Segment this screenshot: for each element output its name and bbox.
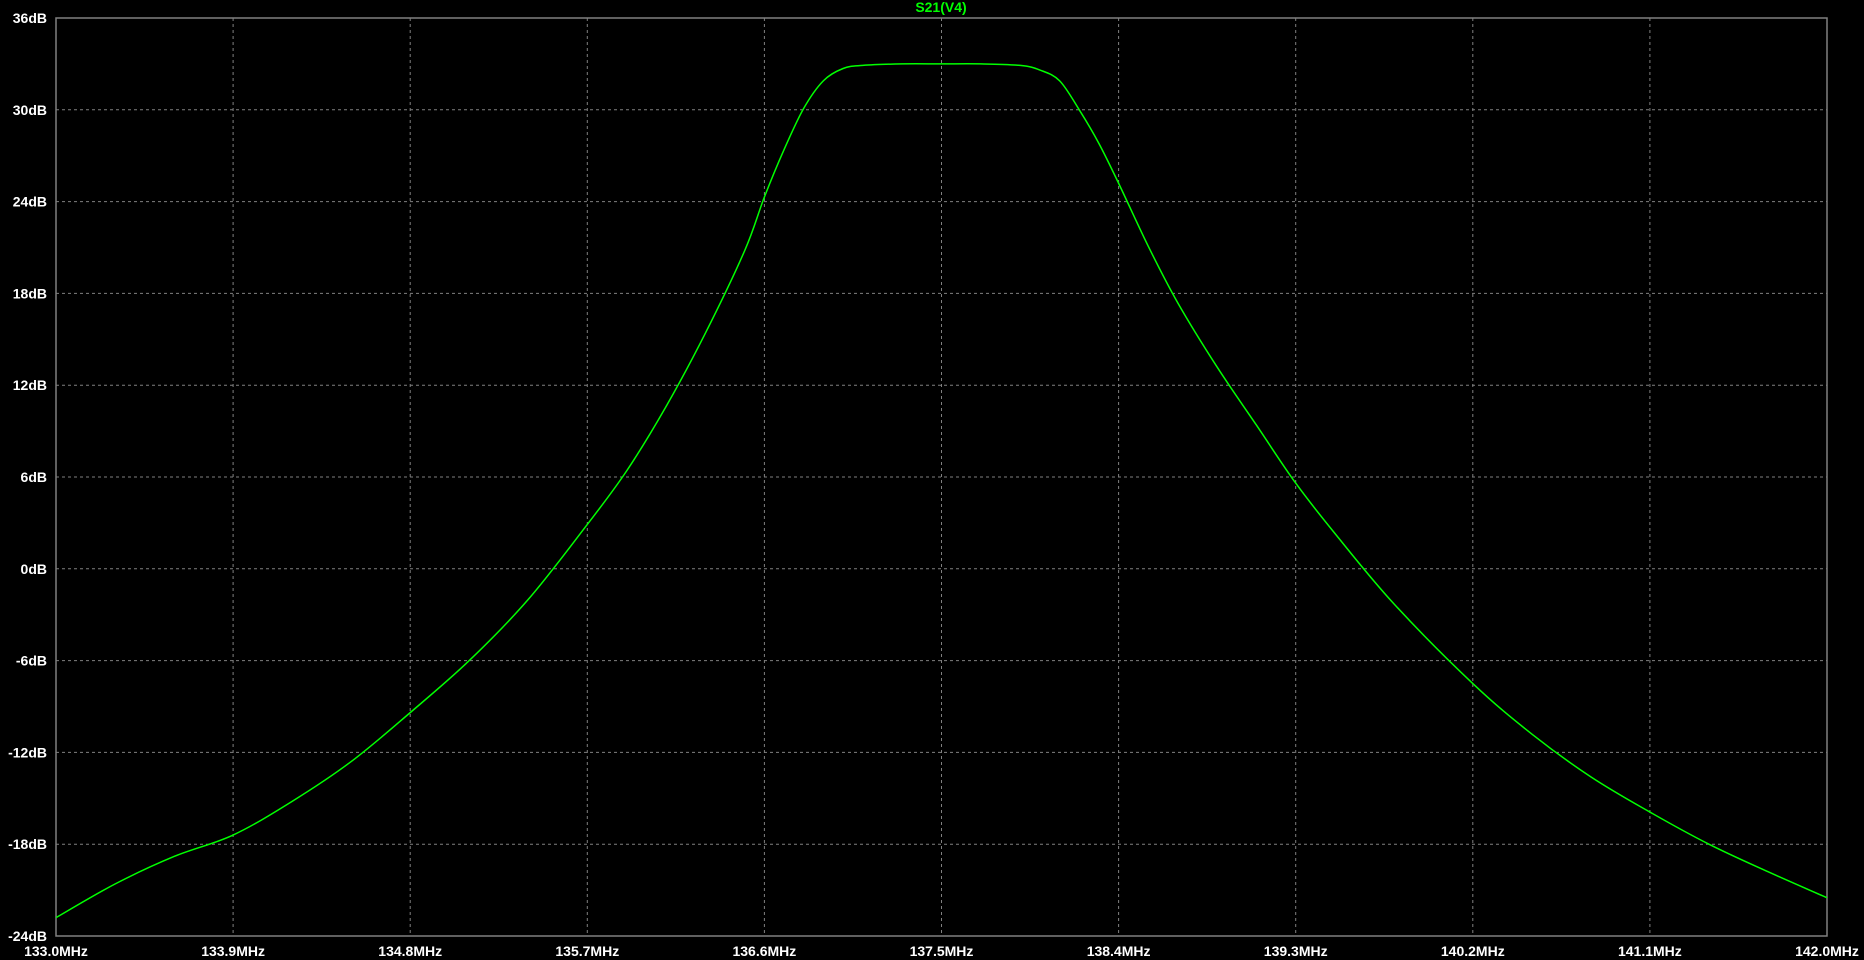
y-tick-label: 36dB [13,10,47,26]
s21-plot: 133.0MHz 133.9MHz 134.8MHz 135.7MHz 136.6MHz… [0,0,1864,960]
y-tick-label: 0dB [21,561,47,577]
y-tick-label: 12dB [13,377,47,393]
x-tick-label: 135.7MHz [555,943,619,959]
x-tick-label: 142.0MHz [1795,943,1859,959]
x-tick-label: 133.9MHz [201,943,265,959]
y-tick-label: -12dB [8,744,47,760]
y-tick-label: 30dB [13,102,47,118]
y-tick-label: -24dB [8,928,47,944]
y-tick-label: 6dB [21,469,47,485]
x-tick-label: 141.1MHz [1618,943,1682,959]
y-tick-label: -6dB [16,653,47,669]
x-tick-label: 137.5MHz [910,943,974,959]
x-tick-label: 133.0MHz [24,943,88,959]
y-tick-label: 24dB [13,194,47,210]
y-tick-label: -18dB [8,836,47,852]
x-tick-label: 138.4MHz [1087,943,1151,959]
chart-title: S21(V4) [915,0,966,15]
plot-background [0,0,1864,960]
x-tick-label: 140.2MHz [1441,943,1505,959]
x-tick-label: 136.6MHz [732,943,796,959]
x-tick-label: 139.3MHz [1264,943,1328,959]
x-tick-label: 134.8MHz [378,943,442,959]
y-tick-label: 18dB [13,285,47,301]
